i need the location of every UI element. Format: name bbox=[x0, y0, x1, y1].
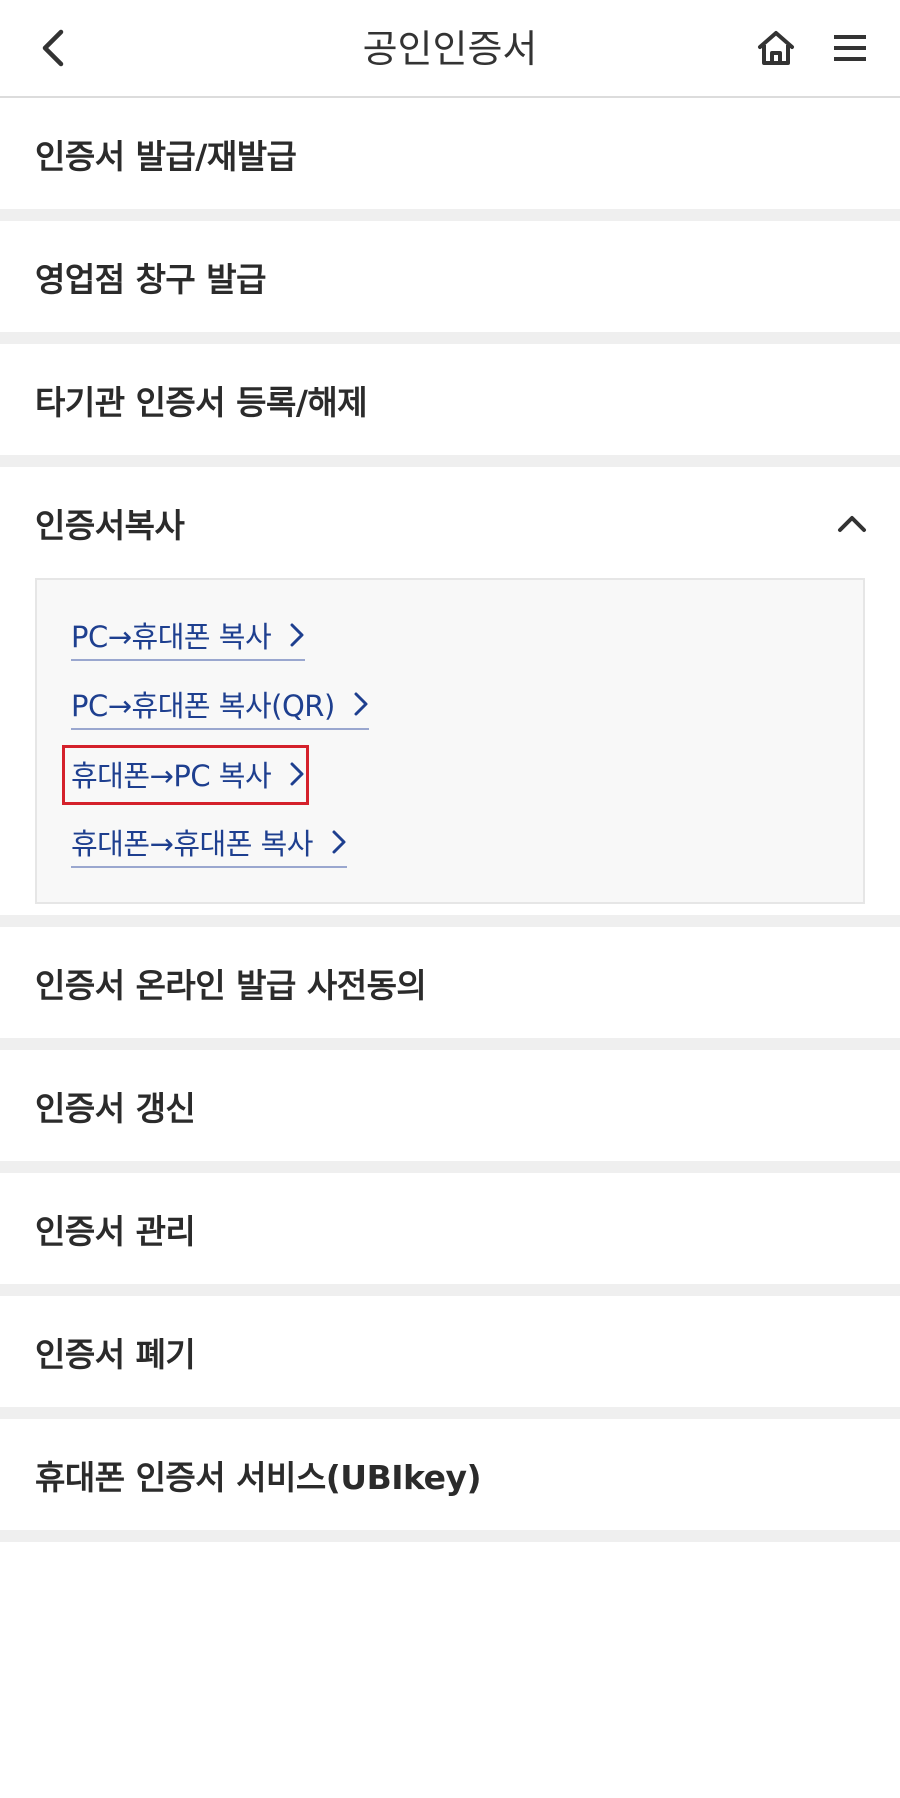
menu-item-label: 인증서 관리 bbox=[35, 1211, 196, 1251]
menu-item-online-consent[interactable]: 인증서 온라인 발급 사전동의 bbox=[0, 927, 900, 1038]
chevron-right-icon bbox=[353, 691, 369, 717]
divider bbox=[0, 1407, 900, 1419]
menu-item-certificate-copy[interactable]: 인증서복사 bbox=[0, 467, 900, 578]
divider bbox=[0, 1284, 900, 1296]
menu-item-branch-issue[interactable]: 영업점 창구 발급 bbox=[0, 221, 900, 332]
submenu-link-pc-to-phone[interactable]: PC→휴대폰 복사 bbox=[71, 611, 306, 661]
divider bbox=[0, 915, 900, 927]
divider bbox=[0, 1161, 900, 1173]
hamburger-menu-icon bbox=[834, 35, 866, 61]
submenu-link-label: 휴대폰→PC 복사 bbox=[71, 759, 272, 793]
menu-item-label: 인증서복사 bbox=[35, 505, 185, 545]
divider bbox=[0, 209, 900, 221]
submenu-link-label: 휴대폰→휴대폰 복사 bbox=[71, 827, 313, 861]
menu-section-certificate-copy: 인증서복사 PC→휴대폰 복사 PC→휴대폰 복사(QR) 휴대폰→PC 복사 … bbox=[0, 467, 900, 915]
chevron-up-icon bbox=[834, 505, 870, 541]
menu-item-label: 휴대폰 인증서 서비스(UBIkey) bbox=[35, 1457, 482, 1497]
submenu-link-label: PC→휴대폰 복사 bbox=[71, 620, 272, 654]
menu-item-renew[interactable]: 인증서 갱신 bbox=[0, 1050, 900, 1161]
divider bbox=[0, 1038, 900, 1050]
menu-item-label: 영업점 창구 발급 bbox=[35, 259, 267, 299]
menu-item-other-institution[interactable]: 타기관 인증서 등록/해제 bbox=[0, 344, 900, 455]
menu-item-manage[interactable]: 인증서 관리 bbox=[0, 1173, 900, 1284]
menu-item-label: 인증서 발급/재발급 bbox=[35, 136, 297, 176]
menu-item-ubikey[interactable]: 휴대폰 인증서 서비스(UBIkey) bbox=[0, 1419, 900, 1530]
menu-item-label: 인증서 갱신 bbox=[35, 1088, 196, 1128]
chevron-right-icon bbox=[331, 829, 347, 855]
chevron-right-icon bbox=[289, 761, 305, 787]
chevron-left-icon bbox=[42, 29, 64, 67]
menu-button[interactable] bbox=[826, 24, 874, 72]
menu-item-label: 타기관 인증서 등록/해제 bbox=[35, 382, 368, 422]
divider bbox=[0, 1530, 900, 1542]
submenu-wrapper: PC→휴대폰 복사 PC→휴대폰 복사(QR) 휴대폰→PC 복사 휴대폰→휴대… bbox=[0, 578, 900, 915]
submenu-link-pc-to-phone-qr[interactable]: PC→휴대폰 복사(QR) bbox=[71, 680, 369, 730]
menu-item-label: 인증서 온라인 발급 사전동의 bbox=[35, 965, 427, 1005]
submenu-link-label: PC→휴대폰 복사(QR) bbox=[71, 689, 335, 723]
menu-item-revoke[interactable]: 인증서 폐기 bbox=[0, 1296, 900, 1407]
chevron-right-icon bbox=[289, 622, 305, 648]
submenu-link-phone-to-pc[interactable]: 휴대폰→PC 복사 bbox=[62, 745, 310, 805]
home-button[interactable] bbox=[752, 24, 800, 72]
submenu-link-phone-to-phone[interactable]: 휴대폰→휴대폰 복사 bbox=[71, 818, 347, 868]
certificate-menu-list: 인증서 발급/재발급 영업점 창구 발급 타기관 인증서 등록/해제 인증서복사… bbox=[0, 98, 900, 1542]
top-app-bar: 공인인증서 bbox=[0, 0, 900, 98]
menu-item-label: 인증서 폐기 bbox=[35, 1334, 196, 1374]
submenu-panel: PC→휴대폰 복사 PC→휴대폰 복사(QR) 휴대폰→PC 복사 휴대폰→휴대… bbox=[35, 578, 865, 904]
home-icon bbox=[758, 31, 794, 65]
divider bbox=[0, 332, 900, 344]
menu-item-issue-reissue[interactable]: 인증서 발급/재발급 bbox=[0, 98, 900, 209]
back-button[interactable] bbox=[30, 24, 78, 72]
divider bbox=[0, 455, 900, 467]
